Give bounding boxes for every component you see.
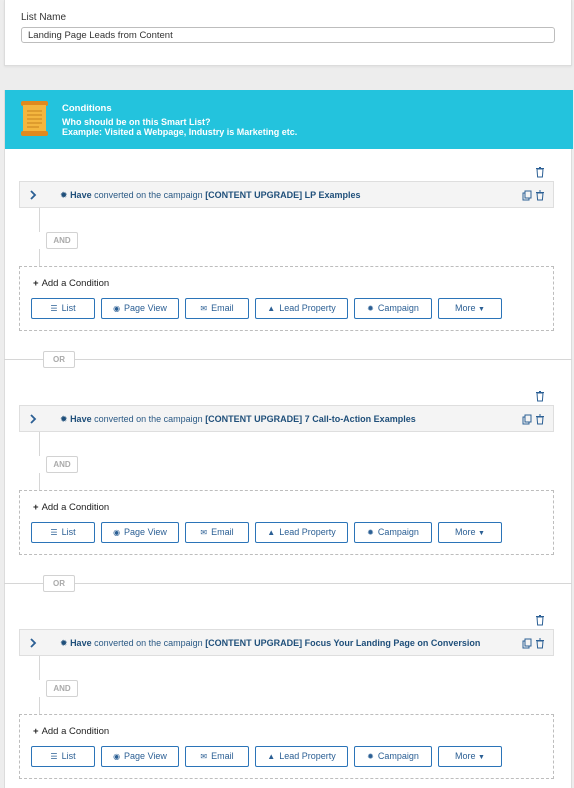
or-badge: OR	[43, 351, 75, 368]
condition-campaign: [CONTENT UPGRADE] 7 Call-to-Action Examp…	[205, 414, 416, 424]
connector-line	[39, 473, 40, 490]
campaign-icon: ✹	[60, 414, 68, 424]
and-badge: AND	[46, 456, 78, 473]
condition-row: ✹ Have converted on the campaign [CONTEN…	[19, 629, 554, 656]
more-button[interactable]: More ▼	[438, 298, 502, 319]
conditions-title: Conditions	[62, 103, 112, 114]
email-button[interactable]: ✉ Email	[185, 298, 249, 319]
eye-icon: ◉	[113, 528, 121, 537]
delete-condition-icon[interactable]	[535, 414, 545, 425]
campaign-icon: ✹	[367, 304, 374, 313]
add-condition-title: + Add a Condition	[33, 502, 110, 513]
caret-down-icon: ▼	[478, 754, 485, 761]
expand-chevron-icon[interactable]	[28, 413, 38, 425]
campaign-button[interactable]: ✹ Campaign	[354, 298, 432, 319]
list-button[interactable]: ☰ List	[31, 522, 95, 543]
campaign-icon: ✹	[60, 190, 68, 200]
duplicate-icon[interactable]	[522, 638, 532, 649]
delete-condition-icon[interactable]	[535, 190, 545, 201]
condition-campaign: [CONTENT UPGRADE] Focus Your Landing Pag…	[205, 638, 481, 648]
conditions-question: Who should be on this Smart List?	[62, 117, 211, 127]
condition-text: ✹ Have converted on the campaign [CONTEN…	[60, 638, 480, 649]
list-button[interactable]: ☰ List	[31, 298, 95, 319]
and-badge: AND	[46, 680, 78, 697]
list-name-input[interactable]	[21, 27, 555, 43]
add-condition-title: + Add a Condition	[33, 278, 110, 289]
condition-have: Have	[70, 414, 92, 424]
condition-have: Have	[70, 638, 92, 648]
page-view-button[interactable]: ◉ Page View	[101, 298, 179, 319]
condition-text: ✹ Have converted on the campaign [CONTEN…	[60, 190, 361, 201]
list-button[interactable]: ☰ List	[31, 746, 95, 767]
lead-property-button[interactable]: ▲ Lead Property	[255, 298, 348, 319]
eye-icon: ◉	[113, 304, 121, 313]
caret-down-icon: ▼	[478, 530, 485, 537]
user-icon: ▲	[267, 304, 276, 313]
list-name-card: List Name	[4, 0, 572, 66]
page-view-button[interactable]: ◉ Page View	[101, 746, 179, 767]
lead-property-button[interactable]: ▲ Lead Property	[255, 746, 348, 767]
user-icon: ▲	[267, 752, 276, 761]
page-view-button[interactable]: ◉ Page View	[101, 522, 179, 543]
list-name-label: List Name	[21, 12, 67, 23]
delete-condition-icon[interactable]	[535, 638, 545, 649]
duplicate-icon[interactable]	[522, 414, 532, 425]
envelope-icon: ✉	[200, 528, 208, 537]
connector-line	[39, 697, 40, 714]
plus-icon: +	[33, 278, 39, 289]
more-button[interactable]: More ▼	[438, 746, 502, 767]
delete-group-icon[interactable]	[534, 166, 546, 178]
connector-line	[39, 432, 40, 456]
list-icon: ☰	[50, 528, 58, 537]
add-condition-box: + Add a Condition ☰ List ◉ Page View ✉ Email…	[19, 714, 554, 779]
caret-down-icon: ▼	[478, 306, 485, 313]
campaign-icon: ✹	[60, 638, 68, 648]
condition-campaign: [CONTENT UPGRADE] LP Examples	[205, 190, 361, 200]
condition-row: ✹ Have converted on the campaign [CONTEN…	[19, 405, 554, 432]
or-divider	[4, 359, 572, 360]
add-condition-title: + Add a Condition	[33, 726, 110, 737]
condition-verb: converted on the campaign	[94, 190, 203, 200]
campaign-button[interactable]: ✹ Campaign	[354, 746, 432, 767]
list-icon: ☰	[50, 752, 58, 761]
list-icon: ☰	[50, 304, 58, 313]
envelope-icon: ✉	[200, 752, 208, 761]
or-badge: OR	[43, 575, 75, 592]
email-button[interactable]: ✉ Email	[185, 522, 249, 543]
delete-group-icon[interactable]	[534, 390, 546, 402]
expand-chevron-icon[interactable]	[28, 189, 38, 201]
condition-row: ✹ Have converted on the campaign [CONTEN…	[19, 181, 554, 208]
envelope-icon: ✉	[200, 304, 208, 313]
condition-verb: converted on the campaign	[94, 638, 203, 648]
plus-icon: +	[33, 502, 39, 513]
conditions-example: Example: Visited a Webpage, Industry is …	[62, 127, 298, 137]
and-badge: AND	[46, 232, 78, 249]
lead-property-button[interactable]: ▲ Lead Property	[255, 522, 348, 543]
campaign-button[interactable]: ✹ Campaign	[354, 522, 432, 543]
connector-line	[39, 249, 40, 266]
scroll-icon	[21, 101, 48, 136]
duplicate-icon[interactable]	[522, 190, 532, 201]
plus-icon: +	[33, 726, 39, 737]
conditions-header: Conditions Who should be on this Smart L…	[5, 90, 573, 149]
campaign-icon: ✹	[367, 528, 374, 537]
connector-line	[39, 656, 40, 680]
user-icon: ▲	[267, 528, 276, 537]
or-divider	[4, 583, 572, 584]
condition-group-3: ✹ Have converted on the campaign [CONTEN…	[4, 614, 572, 788]
condition-group-1: ✹ Have converted on the campaign [CONTEN…	[4, 166, 572, 390]
expand-chevron-icon[interactable]	[28, 637, 38, 649]
delete-group-icon[interactable]	[534, 614, 546, 626]
email-button[interactable]: ✉ Email	[185, 746, 249, 767]
add-condition-box: + Add a Condition ☰ List ◉ Page View ✉ Email…	[19, 490, 554, 555]
condition-verb: converted on the campaign	[94, 414, 203, 424]
condition-text: ✹ Have converted on the campaign [CONTEN…	[60, 414, 416, 425]
campaign-icon: ✹	[367, 752, 374, 761]
condition-group-2: ✹ Have converted on the campaign [CONTEN…	[4, 390, 572, 614]
connector-line	[39, 208, 40, 232]
add-condition-box: + Add a Condition ☰ List ◉ Page View ✉ Email…	[19, 266, 554, 331]
eye-icon: ◉	[113, 752, 121, 761]
more-button[interactable]: More ▼	[438, 522, 502, 543]
condition-have: Have	[70, 190, 92, 200]
